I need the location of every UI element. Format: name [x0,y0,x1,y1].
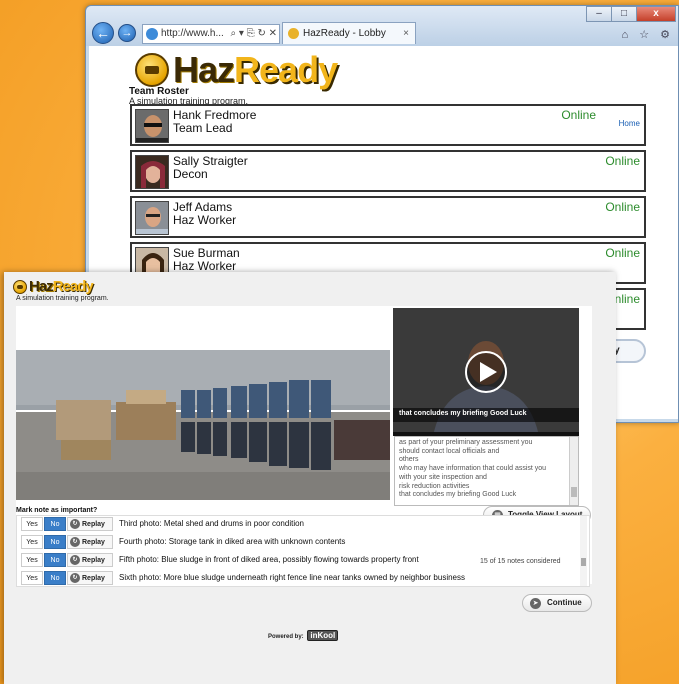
transcript-line: who may have information that could assi… [399,465,547,473]
status-badge: Online [561,108,596,122]
tab-title: HazReady - Lobby [303,28,386,39]
continue-label: Continue [547,598,582,607]
hazready-logo: HazReady [135,49,338,90]
transcript-line: should contact local officials and [399,447,500,455]
minimize-button[interactable]: – [586,6,612,22]
replay-icon: ↻ [70,537,80,547]
inkool-logo: inKool [307,630,339,641]
home-link[interactable]: Home [619,119,640,128]
hazmat-helmet-icon [13,279,27,294]
transcript-line: as part of your preliminary assessment y… [399,439,533,446]
replay-icon: ↻ [70,519,80,529]
roster-card[interactable]: Hank Fredmore Team Lead Online Home [130,104,646,146]
member-role: Haz Worker [173,213,237,227]
simulation-window: HazReady A simulation training program. [4,272,616,684]
toolbar-icons[interactable]: ⌂ ☆ ⚙ [622,28,674,41]
hazmat-helmet-icon [135,53,169,87]
note-text: Fourth photo: Storage tank in diked area… [119,537,346,546]
mark-important-label: Mark note as important? [16,507,98,514]
logo-wordmark: HazReady [173,49,338,90]
status-badge: Online [605,154,640,168]
browser-chrome: – □ x ← → http://www.h... ⌕ ▾ ⎘ ↻ ✕ HazR… [86,6,678,46]
transcript-line: risk reduction activities [399,482,470,490]
address-tools-icons[interactable]: ⌕ ▾ ⎘ ↻ ✕ [231,25,278,43]
note-text: Third photo: Metal shed and drums in poo… [119,519,304,528]
member-role: Decon [173,167,208,181]
replay-button[interactable]: ↻ Replay [67,571,113,585]
notes-list: Yes No ↻ Replay Third photo: Metal shed a… [16,515,590,587]
no-button[interactable]: No [44,517,66,531]
no-button[interactable]: No [44,553,66,567]
maximize-button[interactable]: □ [611,6,637,22]
arrow-right-icon: ➤ [530,598,541,609]
note-text: Fifth photo: Blue sludge in front of dik… [119,555,419,564]
address-bar[interactable]: http://www.h... ⌕ ▾ ⎘ ↻ ✕ [142,24,280,44]
replay-button[interactable]: ↻ Replay [67,553,113,567]
transcript-line: others [399,456,419,464]
roster-card[interactable]: Sally Straigter Decon Online [130,150,646,192]
note-text: Sixth photo: More blue sludge underneath… [119,573,466,582]
close-window-button[interactable]: x [636,6,676,22]
notes-count: 15 of 15 notes considered [480,558,561,565]
ie-icon [146,28,158,40]
yes-button[interactable]: Yes [21,553,43,567]
avatar [135,201,169,235]
member-role: Team Lead [173,121,233,135]
briefing-video[interactable]: that concludes my briefing Good Luck [393,308,579,436]
status-badge: Online [605,200,640,214]
member-name: Sue Burman [173,246,240,260]
replay-button[interactable]: ↻ Replay [67,535,113,549]
status-badge: Online [605,246,640,260]
site-photo [16,350,390,500]
transcript-box[interactable]: as part of your preliminary assessment y… [394,436,579,506]
logo-wordmark: HazReady [29,278,94,295]
window-controls: – □ x [586,6,676,22]
tab-hazready-lobby[interactable]: HazReady - Lobby × [282,22,416,44]
hazready-logo: HazReady [13,278,94,295]
tab-favicon-icon [288,28,299,39]
scroll-thumb[interactable] [571,487,577,497]
tab-close-icon[interactable]: × [403,23,409,44]
list-item: Yes No ↻ Replay Third photo: Metal shed a… [17,516,581,532]
member-name: Hank Fredmore [173,108,257,122]
transcript-scrollbar[interactable] [569,437,578,505]
transcript-line: with your site inspection and [399,473,487,481]
notes-scrollbar[interactable] [580,516,587,586]
scroll-thumb[interactable] [581,558,586,566]
yes-button[interactable]: Yes [21,535,43,549]
replay-icon: ↻ [70,555,80,565]
powered-by: Powered by: inKool [268,630,339,641]
continue-button[interactable]: ➤ Continue [522,594,592,612]
avatar [135,155,169,189]
no-button[interactable]: No [44,571,66,585]
address-text: http://www.h... [161,28,224,39]
replay-icon: ↻ [70,573,80,583]
roster-card[interactable]: Jeff Adams Haz Worker Online [130,196,646,238]
transcript-line: that concludes my briefing Good Luck [399,491,517,499]
yes-button[interactable]: Yes [21,517,43,531]
no-button[interactable]: No [44,535,66,549]
forward-button[interactable]: → [118,24,136,42]
replay-button[interactable]: ↻ Replay [67,517,113,531]
video-caption: that concludes my briefing Good Luck [399,410,527,417]
member-name: Sally Straigter [173,154,248,168]
sim-subtitle: A simulation training program. [16,295,109,302]
list-item: Yes No ↻ Replay Fourth photo: Storage tan… [17,534,581,550]
yes-button[interactable]: Yes [21,571,43,585]
back-button[interactable]: ← [92,22,114,44]
member-name: Jeff Adams [173,200,233,214]
avatar [135,109,169,143]
member-role: Haz Worker [173,259,237,273]
list-item: Yes No ↻ Replay Sixth photo: More blue sl… [17,570,581,586]
